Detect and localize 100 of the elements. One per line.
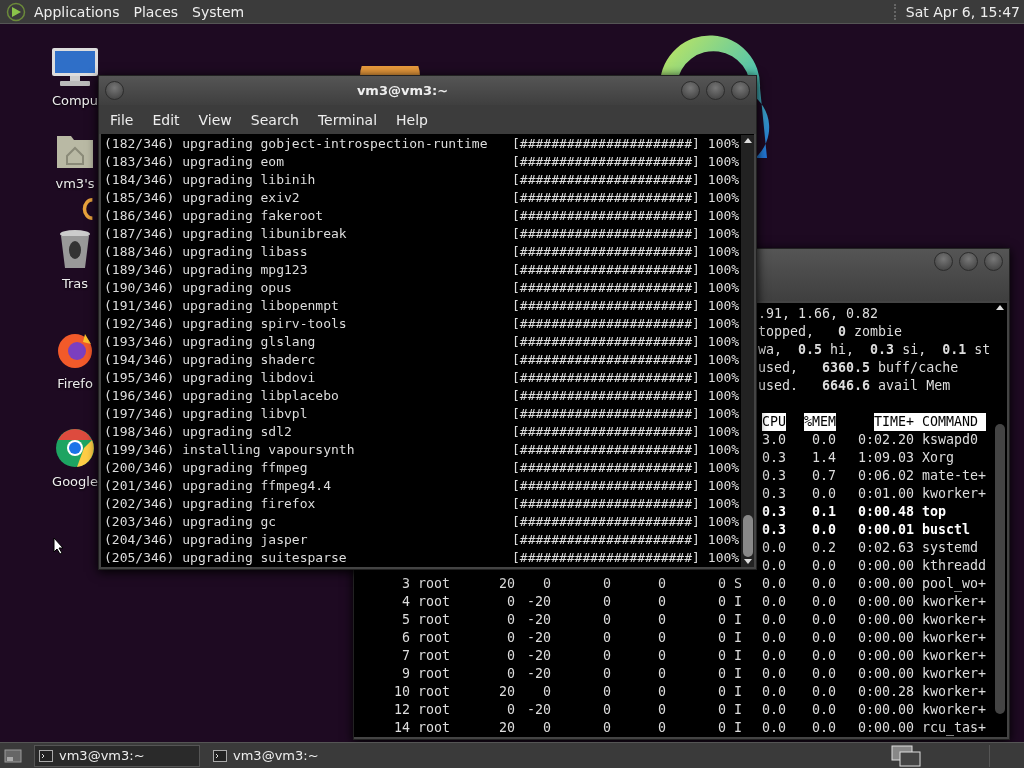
table-cell: root <box>418 665 451 683</box>
close-button[interactable] <box>731 81 750 100</box>
output-line: (196/346) upgrading libplacebo <box>104 387 340 405</box>
scroll-up-arrow-icon[interactable] <box>743 138 752 143</box>
percent-text: 100% <box>707 333 740 351</box>
table-cell: 0:00.01 <box>857 521 914 539</box>
progress-text: [######################] <box>512 549 700 567</box>
window-menu-button[interactable] <box>105 81 124 100</box>
table-cell: 0.0 <box>761 683 786 701</box>
menu-item[interactable]: File <box>103 111 141 128</box>
percent-text: 100% <box>707 405 740 423</box>
desktop-icon-label[interactable]: Tras <box>61 276 89 291</box>
table-cell: 0 <box>507 665 515 683</box>
table-cell: top <box>922 503 947 521</box>
table-cell: 0 <box>603 647 611 665</box>
table-cell: 5 <box>402 611 410 629</box>
table-cell: systemd <box>922 539 979 557</box>
close-button[interactable] <box>984 252 1003 271</box>
table-cell: -20 <box>526 593 551 611</box>
table-cell: kworker+ <box>922 665 987 683</box>
table-cell: 0 <box>507 701 515 719</box>
menu-item[interactable]: View <box>191 111 239 128</box>
terminal-icon <box>39 749 53 762</box>
output-line: (191/346) upgrading libopenmpt <box>104 297 340 315</box>
table-cell: root <box>418 593 451 611</box>
scrollbar[interactable] <box>741 135 754 567</box>
progress-text: [######################] <box>512 423 700 441</box>
progress-text: [######################] <box>512 153 700 171</box>
column-header: TIME+ <box>873 413 914 431</box>
table-cell: -20 <box>526 701 551 719</box>
table-cell: 0 <box>658 611 666 629</box>
table-cell: 0 <box>603 575 611 593</box>
menu-item[interactable]: Help <box>389 111 435 128</box>
play-logo-icon[interactable] <box>6 1 26 22</box>
progress-text: [######################] <box>512 279 700 297</box>
table-cell: 1:09.03 <box>857 449 914 467</box>
menu-item[interactable]: Terminal <box>310 111 385 128</box>
desktop-icon-label[interactable]: Firefo <box>57 376 93 391</box>
table-cell: 0 <box>658 647 666 665</box>
panel-menu[interactable]: Applications <box>34 3 120 20</box>
taskbar-button[interactable]: vm3@vm3:~ <box>34 744 200 767</box>
computer-icon[interactable] <box>50 47 100 87</box>
percent-text: 100% <box>707 297 740 315</box>
table-cell: 0 <box>507 629 515 647</box>
scroll-down-arrow-icon[interactable] <box>743 559 752 564</box>
table-cell: 0.3 <box>761 467 786 485</box>
desktop-icon-label[interactable]: Compu <box>51 93 99 108</box>
table-cell: 0.0 <box>761 701 786 719</box>
table-cell: 9 <box>402 665 410 683</box>
scrollbar-thumb[interactable] <box>995 424 1005 714</box>
progress-text: [######################] <box>512 477 700 495</box>
progress-text: [######################] <box>512 297 700 315</box>
table-cell: 0:02.63 <box>857 539 914 557</box>
output-line: (205/346) upgrading suitesparse <box>104 549 348 567</box>
table-cell: 0 <box>658 593 666 611</box>
desktop-icon-label[interactable]: vm3's <box>55 176 95 191</box>
progress-text: [######################] <box>512 441 700 459</box>
minimize-button[interactable] <box>681 81 700 100</box>
chrome-icon[interactable] <box>55 428 95 468</box>
table-cell: 3 <box>402 575 410 593</box>
scroll-up-arrow-icon[interactable] <box>996 305 1004 310</box>
table-cell: kswapd0 <box>922 431 979 449</box>
maximize-button[interactable] <box>706 81 725 100</box>
output-line: (197/346) upgrading libvpl <box>104 405 309 423</box>
table-cell: 0.0 <box>811 431 836 449</box>
panel-menu[interactable]: Places <box>133 3 179 20</box>
table-cell: 0.0 <box>761 629 786 647</box>
table-cell: 0 <box>718 683 726 701</box>
table-cell: 0.0 <box>811 575 836 593</box>
table-cell: root <box>418 701 451 719</box>
maximize-button[interactable] <box>959 252 978 271</box>
clock[interactable]: Sat Apr 6, 15:47 <box>893 3 1020 20</box>
table-cell: kworker+ <box>922 683 987 701</box>
table-cell: 0 <box>603 683 611 701</box>
trash-icon[interactable] <box>57 228 93 270</box>
column-header: CPU <box>761 413 786 431</box>
show-desktop-icon[interactable] <box>4 747 22 764</box>
progress-text: [######################] <box>512 495 700 513</box>
table-cell: 0.3 <box>761 521 786 539</box>
output-line: (190/346) upgrading opus <box>104 279 293 297</box>
table-cell: 0.0 <box>761 593 786 611</box>
table-cell: kworker+ <box>922 593 987 611</box>
table-cell: 0:00.00 <box>857 665 914 683</box>
menu-item[interactable]: Search <box>243 111 306 128</box>
menu-item[interactable]: Edit <box>145 111 187 128</box>
table-cell: 0.0 <box>811 647 836 665</box>
percent-text: 100% <box>707 225 740 243</box>
desktop-icon-label[interactable]: Google <box>52 474 98 489</box>
workspace-switcher-icon[interactable] <box>891 744 921 767</box>
percent-text: 100% <box>707 387 740 405</box>
minimize-button[interactable] <box>934 252 953 271</box>
output-line: (188/346) upgrading libass <box>104 243 309 261</box>
mouse-pointer-icon <box>53 537 65 555</box>
output-line: (187/346) upgrading libunibreak <box>104 225 348 243</box>
scrollbar-thumb[interactable] <box>742 515 753 557</box>
progress-text: [######################] <box>512 315 700 333</box>
table-cell: Xorg <box>922 449 955 467</box>
percent-text: 100% <box>707 279 740 297</box>
progress-text: [######################] <box>512 531 700 549</box>
panel-menu[interactable]: System <box>192 3 245 20</box>
